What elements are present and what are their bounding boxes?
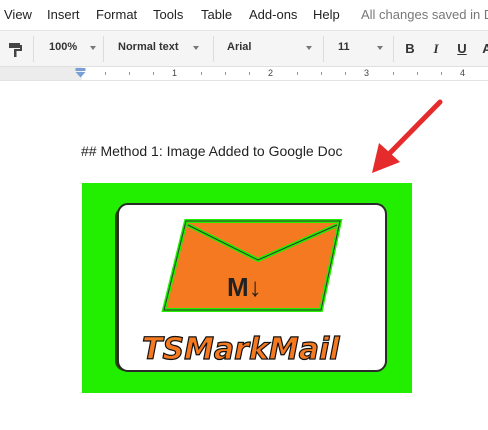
chevron-down-icon	[193, 46, 199, 50]
menu-view[interactable]: View	[4, 7, 32, 22]
font-value: Arial	[227, 41, 252, 53]
text-color-button[interactable]: A	[478, 39, 488, 59]
underline-button[interactable]: U	[453, 39, 471, 59]
toolbar-divider	[213, 36, 214, 62]
chevron-down-icon	[90, 46, 96, 50]
ruler-number: 3	[364, 68, 370, 78]
menu-bar: View Insert Format Tools Table Add-ons H…	[0, 0, 488, 30]
ruler-number: 4	[460, 68, 466, 78]
tsmarkmail-logo-image[interactable]: M↓ TSMarkMail	[82, 183, 412, 393]
toolbar: 100% Normal text Arial 11 B I U A	[0, 30, 488, 67]
red-arrow-icon	[372, 99, 443, 173]
italic-button[interactable]: I	[427, 39, 445, 59]
menu-insert[interactable]: Insert	[47, 7, 80, 22]
menu-table[interactable]: Table	[201, 7, 232, 22]
toolbar-divider	[33, 36, 34, 62]
indent-marker[interactable]	[75, 68, 86, 78]
chevron-down-icon	[306, 46, 312, 50]
markdown-badge: M↓	[227, 272, 262, 302]
menu-help[interactable]: Help	[313, 7, 340, 22]
bold-button[interactable]: B	[401, 39, 419, 59]
menu-tools[interactable]: Tools	[153, 7, 183, 22]
toolbar-divider	[103, 36, 104, 62]
chevron-down-icon	[377, 46, 383, 50]
menu-format[interactable]: Format	[96, 7, 137, 22]
zoom-value: 100%	[49, 41, 78, 53]
ruler: 1 2 3 4	[0, 67, 488, 81]
paint-format-button[interactable]	[6, 40, 24, 58]
menu-addons[interactable]: Add-ons	[249, 7, 297, 22]
ruler-margin	[0, 67, 82, 80]
toolbar-divider	[323, 36, 324, 62]
ruler-number: 1	[172, 68, 178, 78]
save-status[interactable]: All changes saved in Drive	[361, 7, 488, 22]
toolbar-divider	[393, 36, 394, 62]
document-heading[interactable]: ## Method 1: Image Added to Google Doc	[81, 143, 343, 159]
ruler-number: 2	[268, 68, 274, 78]
logo-wordmark: TSMarkMail	[142, 332, 340, 367]
style-value: Normal text	[118, 41, 179, 53]
paint-roller-icon	[9, 43, 22, 57]
font-size-value: 11	[338, 41, 350, 53]
